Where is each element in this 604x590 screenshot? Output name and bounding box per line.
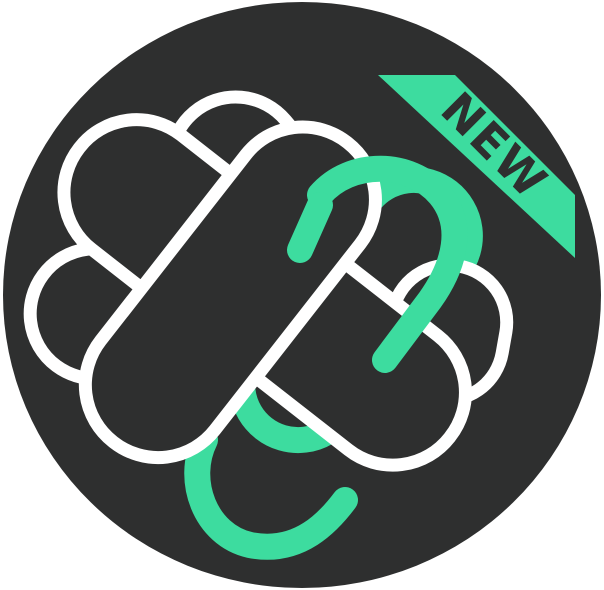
app-icon[interactable]: NEW <box>0 0 604 590</box>
app-icon-graphic: NEW <box>3 2 601 588</box>
